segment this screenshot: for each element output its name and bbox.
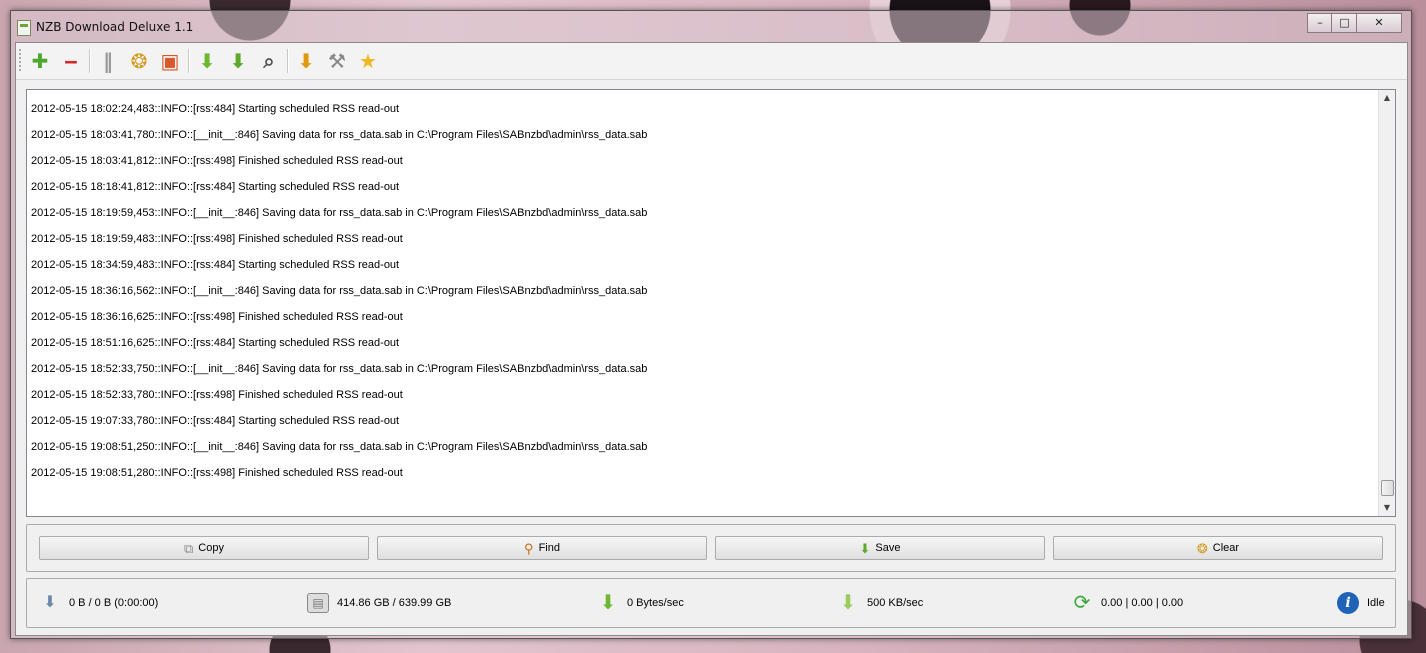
magnifier-icon: ⚲: [524, 540, 534, 556]
log-line: 2012-05-15 19:08:51,280::INFO::[rss:498]…: [31, 467, 403, 479]
log-line: 2012-05-15 18:19:59,453::INFO::[__init__…: [31, 207, 648, 219]
toolbar-separator: [89, 49, 91, 73]
disk-status: ▤ 414.86 GB / 639.99 GB: [307, 591, 451, 615]
app-icon: [17, 20, 31, 36]
load-text: 0.00 | 0.00 | 0.00: [1101, 597, 1184, 609]
queue-status: ⬇ 0 B / 0 B (0:00:00): [39, 591, 158, 615]
action-bar: ⧉ Copy ⚲ Find ⬇ Save ❂ Clear: [26, 524, 1396, 572]
speed-status: ⬇ 0 Bytes/sec: [597, 591, 684, 615]
log-line: 2012-05-15 18:52:33,780::INFO::[rss:498]…: [31, 389, 403, 401]
disk-space-text: 414.86 GB / 639.99 GB: [337, 597, 452, 609]
log-line: 2012-05-15 18:19:59,483::INFO::[rss:498]…: [31, 233, 403, 245]
download-options-icon: ⬇: [297, 49, 315, 73]
download-speed-icon: ⬇: [599, 592, 617, 614]
scroll-down-icon[interactable]: ▼: [1379, 500, 1395, 516]
broom-icon: ❂: [1196, 540, 1208, 556]
hard-drive-icon: ▤: [307, 593, 329, 613]
clean-button[interactable]: ❂: [125, 47, 153, 75]
log-line: 2012-05-15 18:03:41,780::INFO::[__init__…: [31, 129, 648, 141]
star-icon: ★: [359, 49, 377, 73]
log-line: 2012-05-15 18:18:41,812::INFO::[rss:484]…: [31, 181, 400, 193]
tools-settings-icon: ⚒: [328, 49, 346, 73]
save-button[interactable]: ⬇ Save: [715, 536, 1045, 560]
info-icon: i: [1337, 592, 1359, 614]
folder-icon: ▣: [160, 49, 180, 73]
client-area: ✚ ‒ ‖ ❂ ▣ ⬇ ⬇ ⌕ ⬇ ⚒ ★ 2012-05-15 18:02:2…: [15, 42, 1408, 636]
status-bar: ⬇ 0 B / 0 B (0:00:00) ▤ 414.86 GB / 639.…: [26, 578, 1396, 628]
log-lines: 2012-05-15 18:02:24,483::INFO::[rss:484]…: [31, 96, 1375, 486]
download-all-button[interactable]: ⬇: [224, 47, 252, 75]
open-folder-button[interactable]: ▣: [156, 47, 184, 75]
copy-icon: ⧉: [184, 540, 194, 556]
scroll-thumb[interactable]: [1381, 480, 1394, 496]
settings-button[interactable]: ⚒: [323, 47, 351, 75]
close-button[interactable]: ✕: [1356, 13, 1402, 33]
find-button[interactable]: ⚲ Find: [377, 536, 707, 560]
window-title: NZB Download Deluxe 1.1: [36, 20, 194, 34]
save-icon: ⬇: [859, 540, 871, 556]
log-line: 2012-05-15 18:36:16,562::INFO::[__init__…: [31, 285, 648, 297]
download-button[interactable]: ⬇: [193, 47, 221, 75]
broom-clean-icon: ❂: [130, 49, 148, 73]
vertical-scrollbar[interactable]: ▲ ▼: [1378, 90, 1395, 516]
minimize-button[interactable]: –: [1307, 13, 1333, 33]
log-view[interactable]: 2012-05-15 18:02:24,483::INFO::[rss:484]…: [26, 89, 1396, 517]
load-status: ⟳ 0.00 | 0.00 | 0.00: [1071, 591, 1184, 615]
toolbar: ✚ ‒ ‖ ❂ ▣ ⬇ ⬇ ⌕ ⬇ ⚒ ★: [16, 43, 1407, 80]
log-line: 2012-05-15 18:36:16,625::INFO::[rss:498]…: [31, 311, 403, 323]
speed-limit-text: 500 KB/sec: [867, 597, 924, 609]
pause-icon: ‖: [103, 49, 113, 73]
log-line: 2012-05-15 19:08:51,250::INFO::[__init__…: [31, 441, 648, 453]
log-line: 2012-05-15 18:51:16,625::INFO::[rss:484]…: [31, 337, 400, 349]
favorites-button[interactable]: ★: [354, 47, 382, 75]
scroll-up-icon[interactable]: ▲: [1379, 90, 1395, 106]
title-bar[interactable]: NZB Download Deluxe 1.1 – □ ✕: [11, 11, 1411, 41]
search-button[interactable]: ⌕: [255, 47, 283, 75]
app-window: NZB Download Deluxe 1.1 – □ ✕ ✚ ‒ ‖ ❂ ▣ …: [10, 10, 1412, 639]
find-label: Find: [538, 542, 560, 554]
add-nzb-icon: ✚: [31, 49, 49, 73]
log-line: 2012-05-15 18:03:41,812::INFO::[rss:498]…: [31, 155, 403, 167]
state-text: Idle: [1367, 597, 1385, 609]
toolbar-separator: [188, 49, 190, 73]
clear-button[interactable]: ❂ Clear: [1053, 536, 1383, 560]
toolbar-separator: [287, 49, 289, 73]
limit-status[interactable]: ⬇ 500 KB/sec: [837, 591, 924, 615]
remove-icon: ‒: [64, 49, 78, 73]
state-status: i Idle: [1337, 591, 1385, 615]
log-line: 2012-05-15 18:34:59,483::INFO::[rss:484]…: [31, 259, 400, 271]
refresh-icon: ⟳: [1073, 592, 1091, 614]
speed-limit-icon: ⬇: [839, 592, 857, 614]
copy-button[interactable]: ⧉ Copy: [39, 536, 369, 560]
clear-label: Clear: [1212, 542, 1240, 554]
log-line: 2012-05-15 18:02:24,483::INFO::[rss:484]…: [31, 103, 400, 115]
speed-text: 0 Bytes/sec: [627, 597, 684, 609]
queue-size-text: 0 B / 0 B (0:00:00): [69, 597, 159, 609]
download-arrow-icon: ⬇: [198, 49, 216, 73]
add-nzb-button[interactable]: ✚: [26, 47, 54, 75]
log-line: 2012-05-15 19:07:33,780::INFO::[rss:484]…: [31, 415, 400, 427]
toolbar-grip[interactable]: [19, 49, 21, 73]
download-options-button[interactable]: ⬇: [292, 47, 320, 75]
search-magnifier-icon: ⌕: [263, 49, 275, 73]
maximize-button[interactable]: □: [1331, 13, 1358, 33]
log-line: 2012-05-15 18:52:33,750::INFO::[__init__…: [31, 363, 648, 375]
copy-label: Copy: [198, 542, 224, 554]
download-box-icon: ⬇: [229, 49, 247, 73]
queue-download-icon: ⬇: [43, 594, 57, 611]
remove-button[interactable]: ‒: [57, 47, 85, 75]
pause-button[interactable]: ‖: [94, 47, 122, 75]
save-label: Save: [875, 542, 901, 554]
